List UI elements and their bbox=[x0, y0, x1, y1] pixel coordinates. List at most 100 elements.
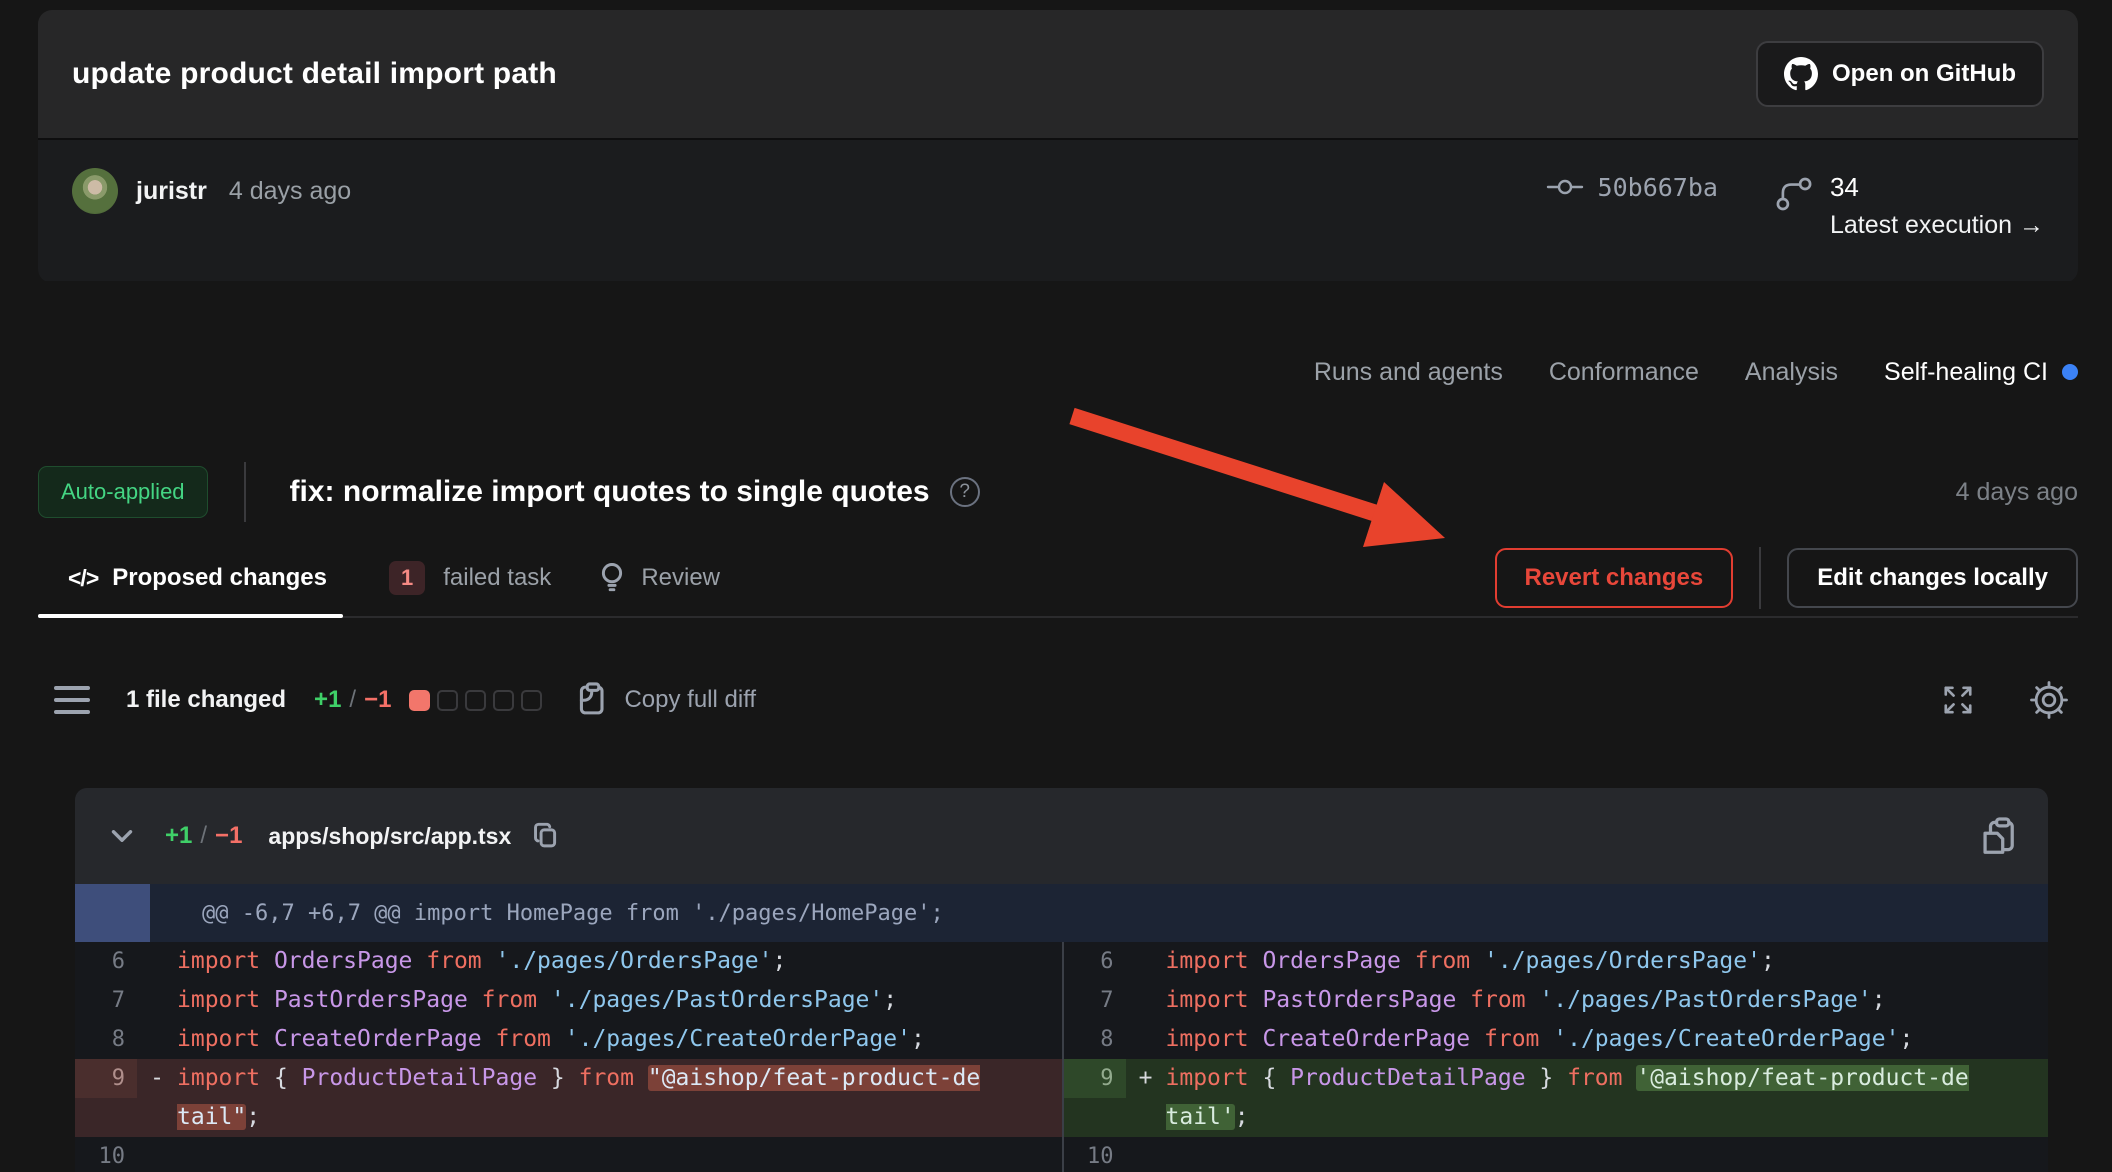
fix-actions: Revert changes Edit changes locally bbox=[1495, 547, 2079, 609]
files-changed-label: 1 file changed bbox=[126, 686, 286, 714]
diff-pane-old: 6 import OrdersPage from './pages/OrdersP… bbox=[75, 942, 1062, 1172]
settings-gear-icon[interactable] bbox=[2028, 679, 2070, 721]
diff-marker: - bbox=[137, 1059, 177, 1098]
author-row: juristr 4 days ago bbox=[72, 168, 351, 214]
fix-header-row: Auto-applied fix: normalize import quote… bbox=[38, 452, 2078, 532]
hunk-gutter bbox=[75, 884, 150, 942]
line-number: 6 bbox=[75, 942, 137, 981]
lightbulb-icon bbox=[597, 562, 627, 594]
commit-card-body: juristr 4 days ago 50b667ba 34 Lates bbox=[38, 140, 2078, 281]
commit-card: update product detail import path Open o… bbox=[38, 10, 2078, 283]
gauge-square bbox=[409, 690, 430, 711]
diff-marker: + bbox=[1126, 1059, 1166, 1098]
gauge-square bbox=[465, 690, 486, 711]
code-text: import CreateOrderPage from './pages/Cre… bbox=[1166, 1020, 1978, 1059]
app-root: update product detail import path Open o… bbox=[0, 0, 2112, 1172]
gauge-square bbox=[437, 690, 458, 711]
notification-dot bbox=[2062, 364, 2078, 380]
diff-line: 9+import { ProductDetailPage } from '@ai… bbox=[1064, 1059, 2049, 1137]
split-diff: 6 import OrdersPage from './pages/OrdersP… bbox=[75, 942, 2048, 1172]
divider bbox=[244, 462, 246, 522]
tab-failed-task[interactable]: 1 failed task bbox=[389, 540, 551, 616]
diff-pane-new: 6 import OrdersPage from './pages/OrdersP… bbox=[1062, 942, 2049, 1172]
diff-line: 8 import CreateOrderPage from './pages/Cr… bbox=[1064, 1020, 2049, 1059]
top-nav: Runs and agents Conformance Analysis Sel… bbox=[38, 342, 2078, 402]
page-title: update product detail import path bbox=[72, 57, 557, 91]
file-change-stats: +1 / −1 bbox=[165, 822, 242, 850]
additions-count: +1 bbox=[314, 686, 341, 714]
diff-line: 10 bbox=[1064, 1137, 2049, 1172]
line-number: 6 bbox=[1064, 942, 1126, 981]
commit-card-header: update product detail import path Open o… bbox=[38, 10, 2078, 140]
diff-line: 6 import OrdersPage from './pages/OrdersP… bbox=[75, 942, 1062, 981]
code-text: import PastOrdersPage from './pages/Past… bbox=[177, 981, 989, 1020]
line-number: 9 bbox=[75, 1059, 137, 1098]
nav-analysis[interactable]: Analysis bbox=[1745, 358, 1838, 387]
divider bbox=[1759, 547, 1761, 609]
file-list-menu-icon[interactable] bbox=[54, 686, 90, 714]
diff-line: 9-import { ProductDetailPage } from "@ai… bbox=[75, 1059, 1062, 1137]
commit-meta: 50b667ba 34 Latest execution → bbox=[1546, 168, 2044, 240]
fix-title: fix: normalize import quotes to single q… bbox=[290, 475, 930, 509]
deletions-count: −1 bbox=[364, 686, 391, 714]
gauge-square bbox=[493, 690, 514, 711]
line-number: 7 bbox=[1064, 981, 1126, 1020]
copy-full-diff-button[interactable]: Copy full diff bbox=[576, 682, 756, 718]
copy-file-diff-icon[interactable] bbox=[1982, 817, 2018, 855]
fix-when: 4 days ago bbox=[1956, 478, 2078, 507]
commit-sha-row[interactable]: 50b667ba bbox=[1546, 172, 1718, 202]
tab-proposed-changes[interactable]: </> Proposed changes bbox=[68, 540, 343, 616]
clipboard-icon bbox=[576, 682, 610, 718]
nav-self-healing-ci[interactable]: Self-healing CI bbox=[1884, 358, 2078, 387]
nav-runs-and-agents[interactable]: Runs and agents bbox=[1314, 358, 1503, 387]
arrow-right-icon: → bbox=[2019, 211, 2044, 239]
latest-execution-link[interactable]: Latest execution → bbox=[1830, 211, 2044, 240]
gauge-square bbox=[521, 690, 542, 711]
line-number: 10 bbox=[1064, 1137, 1126, 1172]
diff-line: 7 import PastOrdersPage from './pages/Pas… bbox=[1064, 981, 2049, 1020]
chevron-down-icon[interactable] bbox=[105, 819, 139, 853]
code-text: import { ProductDetailPage } from "@aish… bbox=[177, 1059, 989, 1137]
code-text: import PastOrdersPage from './pages/Past… bbox=[1166, 981, 1978, 1020]
code-icon: </> bbox=[68, 565, 98, 592]
line-number: 8 bbox=[1064, 1020, 1126, 1059]
auto-applied-badge: Auto-applied bbox=[38, 466, 208, 518]
tab-review[interactable]: Review bbox=[597, 540, 720, 616]
copy-path-icon[interactable] bbox=[531, 820, 561, 852]
open-on-github-label: Open on GitHub bbox=[1832, 60, 2016, 88]
hunk-header: @@ -6,7 +6,7 @@ import HomePage from './… bbox=[75, 884, 2048, 942]
authored-when: 4 days ago bbox=[229, 177, 351, 206]
fullscreen-icon[interactable] bbox=[1938, 680, 1978, 720]
hunk-label: @@ -6,7 +6,7 @@ import HomePage from './… bbox=[150, 884, 944, 942]
nav-conformance[interactable]: Conformance bbox=[1549, 358, 1699, 387]
diff-file-header: +1 / −1 apps/shop/src/app.tsx bbox=[75, 788, 2048, 884]
execution-block: 34 Latest execution → bbox=[1774, 172, 2044, 240]
diff-line: 7 import PastOrdersPage from './pages/Pas… bbox=[75, 981, 1062, 1020]
git-commit-icon bbox=[1546, 172, 1584, 202]
line-number: 10 bbox=[75, 1137, 137, 1172]
diff-line: 6 import OrdersPage from './pages/OrdersP… bbox=[1064, 942, 2049, 981]
help-icon[interactable]: ? bbox=[950, 477, 980, 507]
code-text: import OrdersPage from './pages/OrdersPa… bbox=[177, 942, 989, 981]
edit-changes-locally-button[interactable]: Edit changes locally bbox=[1787, 548, 2078, 608]
diff-line: 10 bbox=[75, 1137, 1062, 1172]
execution-number: 34 bbox=[1830, 172, 2044, 203]
change-gauge bbox=[409, 690, 542, 711]
line-number: 7 bbox=[75, 981, 137, 1020]
code-text: import OrdersPage from './pages/OrdersPa… bbox=[1166, 942, 1978, 981]
diff-line: 8import CreateOrderPage from './pages/Cr… bbox=[75, 1020, 1062, 1059]
code-text: import { ProductDetailPage } from '@aish… bbox=[1166, 1059, 1978, 1137]
diff-toolbar-right bbox=[1938, 679, 2078, 721]
avatar[interactable] bbox=[72, 168, 118, 214]
open-on-github-button[interactable]: Open on GitHub bbox=[1756, 41, 2044, 107]
line-number: 9 bbox=[1064, 1059, 1126, 1098]
diff-card: +1 / −1 apps/shop/src/app.tsx @@ -6,7 +6… bbox=[75, 788, 2048, 1172]
github-icon bbox=[1784, 57, 1818, 91]
git-branch-icon bbox=[1774, 172, 1814, 240]
file-path: apps/shop/src/app.tsx bbox=[268, 823, 511, 850]
fix-tabs-row: </> Proposed changes 1 failed task Revie… bbox=[38, 540, 2078, 618]
revert-changes-button[interactable]: Revert changes bbox=[1495, 548, 1734, 608]
diff-toolbar: 1 file changed +1 / −1 Copy full diff bbox=[38, 672, 2078, 728]
code-text: import CreateOrderPage from './pages/Cre… bbox=[177, 1020, 989, 1059]
author-name: juristr bbox=[136, 177, 207, 206]
